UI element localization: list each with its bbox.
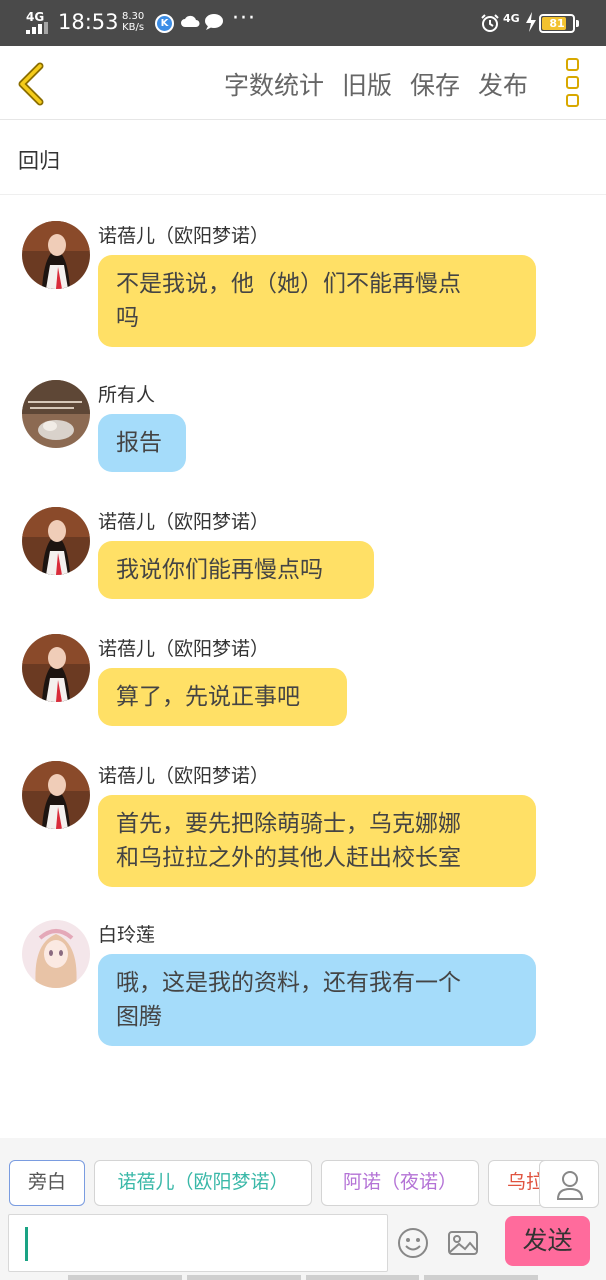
role-label: 旁白 — [27, 1171, 66, 1193]
old-version-button[interactable]: 旧版 — [342, 66, 392, 102]
save-button[interactable]: 保存 — [410, 66, 460, 102]
bailinglian-avatar — [22, 920, 90, 988]
role-chip-nuobeier[interactable]: 诺蓓儿（欧阳梦诺） — [94, 1160, 312, 1206]
message-sender: 诺蓓儿（欧阳梦诺） — [98, 225, 270, 247]
signal-icon — [26, 22, 50, 34]
role-selector: 旁白 诺蓓儿（欧阳梦诺） 阿诺（夜诺） 乌拉 — [0, 1160, 606, 1208]
more-menu-icon[interactable] — [566, 58, 580, 107]
person-icon — [556, 1171, 584, 1200]
toolbar-actions: 字数统计 旧版 保存 发布 — [224, 66, 528, 102]
message-bubble[interactable]: 首先，要先把除萌骑士，乌克娜娜 和乌拉拉之外的其他人赶出校长室 — [98, 795, 536, 887]
role-label: 阿诺（夜诺） — [342, 1171, 457, 1193]
gesture-bar — [68, 1275, 538, 1280]
message-bubble[interactable]: 算了，先说正事吧 — [98, 668, 347, 726]
charging-icon — [526, 12, 536, 32]
image-icon[interactable] — [446, 1226, 480, 1260]
word-count-button[interactable]: 字数统计 — [224, 66, 324, 102]
message-bubble[interactable]: 哦，这是我的资料，还有我有一个 图腾 — [98, 954, 536, 1046]
send-button[interactable]: 发送 — [505, 1216, 590, 1266]
message-bubble[interactable]: 报告 — [98, 414, 186, 472]
chapter-title-bar[interactable]: 回归 — [0, 121, 606, 195]
network-speed: 8.30 KB/s — [122, 11, 144, 33]
publish-button[interactable]: 发布 — [478, 66, 528, 102]
message-text: 我说你们能再慢点吗 — [116, 557, 323, 583]
message-sender: 诺蓓儿（欧阳梦诺） — [98, 638, 270, 660]
role-label: 诺蓓儿（欧阳梦诺） — [117, 1171, 289, 1193]
speed-unit: KB/s — [122, 22, 145, 33]
composer-panel: 旁白 诺蓓儿（欧阳梦诺） 阿诺（夜诺） 乌拉 发送 — [0, 1138, 606, 1280]
network-type-secondary: 4G — [503, 12, 520, 25]
alarm-icon — [481, 14, 499, 32]
cloud-icon — [181, 15, 200, 27]
battery-level: 81 — [549, 17, 565, 30]
role-chip-anuo[interactable]: 阿诺（夜诺） — [321, 1160, 479, 1206]
status-bar: 4G 18:53 8.30 KB/s K ··· 4G 81 — [0, 0, 606, 46]
more-notifications-icon: ··· — [232, 6, 256, 31]
message-text: 哦，这是我的资料，还有我有一个 图腾 — [116, 970, 461, 1030]
speed-value: 8.30 — [122, 11, 145, 22]
chat-icon — [205, 14, 223, 30]
message-text: 算了，先说正事吧 — [116, 684, 300, 710]
nuobeier-avatar — [22, 507, 90, 575]
emoji-icon[interactable] — [396, 1226, 430, 1260]
message-text: 报告 — [116, 430, 162, 456]
role-chip-narrator[interactable]: 旁白 — [9, 1160, 85, 1206]
chapter-title: 回归 — [18, 149, 60, 173]
message-sender: 所有人 — [98, 384, 156, 406]
add-role-button[interactable] — [539, 1160, 599, 1208]
battery-icon: 81 — [539, 14, 575, 33]
message-bubble[interactable]: 不是我说，他（她）们不能再慢点 吗 — [98, 255, 536, 347]
nuobeier-avatar — [22, 634, 90, 702]
battery-tip — [576, 20, 579, 27]
k-app-icon: K — [155, 14, 174, 33]
message-input[interactable] — [8, 1214, 388, 1272]
group-avatar — [22, 380, 90, 448]
message-text: 不是我说，他（她）们不能再慢点 吗 — [116, 271, 461, 331]
message-sender: 诺蓓儿（欧阳梦诺） — [98, 511, 270, 533]
message-sender: 诺蓓儿（欧阳梦诺） — [98, 765, 270, 787]
nuobeier-avatar — [22, 761, 90, 829]
editor-toolbar: 字数统计 旧版 保存 发布 — [0, 46, 606, 120]
nuobeier-avatar — [22, 221, 90, 289]
text-cursor — [25, 1227, 28, 1261]
message-bubble[interactable]: 我说你们能再慢点吗 — [98, 541, 374, 599]
message-sender: 白玲莲 — [98, 924, 156, 946]
clock: 18:53 — [58, 10, 119, 34]
message-text: 首先，要先把除萌骑士，乌克娜娜 和乌拉拉之外的其他人赶出校长室 — [116, 811, 461, 871]
back-icon[interactable] — [14, 62, 50, 106]
